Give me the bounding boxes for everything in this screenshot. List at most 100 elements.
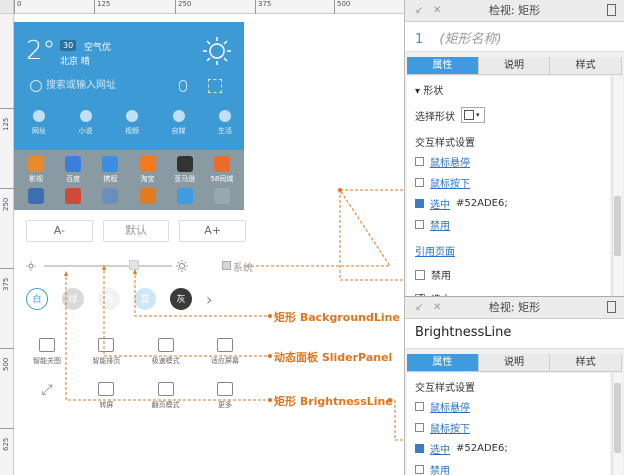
disabled-checkbox-row[interactable]: 禁用 xyxy=(407,261,610,285)
search-input[interactable]: 搜索或输入网址 xyxy=(26,74,176,98)
tool-icon xyxy=(216,382,233,396)
browser-home-screen[interactable]: 2° 30 空气优 北京 晴 搜索或输入网址 网址 小说 视频 自媒 生活 影视… xyxy=(14,22,244,210)
annotation-slider-panel: 动态面板 SliderPanel xyxy=(274,351,393,364)
inspector-tabs: 属性 说明 样式 xyxy=(407,354,623,372)
inspector-header: ↙ ✕ 检视: 矩形 xyxy=(405,297,624,319)
brightness-slider-thumb[interactable] xyxy=(128,260,139,270)
app-tile[interactable] xyxy=(61,188,85,206)
app-tile[interactable]: 携程 xyxy=(98,156,122,184)
theme-color-option[interactable]: 绿 xyxy=(62,288,84,310)
cursor-icon xyxy=(415,178,424,187)
selected-style-value: #52ADE6; xyxy=(456,443,508,454)
app-tile[interactable]: 58同城 xyxy=(210,156,234,184)
tab-properties[interactable]: 属性 xyxy=(407,57,479,74)
chevron-right-icon[interactable]: › xyxy=(206,290,212,309)
microphone-icon[interactable] xyxy=(179,80,187,92)
inspector-scrollbar[interactable] xyxy=(612,76,622,296)
tool-item[interactable]: ⤢ xyxy=(26,382,68,410)
app-tile[interactable]: 百度 xyxy=(61,156,85,184)
shortcut-item[interactable]: 网址 xyxy=(22,110,56,136)
theme-color-option[interactable]: 蓝 xyxy=(134,288,156,310)
shape-dropdown[interactable]: ▾ xyxy=(461,107,485,123)
app-icon xyxy=(28,156,44,172)
background-line[interactable] xyxy=(44,265,172,267)
shortcut-item[interactable]: 生活 xyxy=(208,110,242,136)
shortcut-icon xyxy=(79,110,92,122)
font-size-row: A- 默认 A+ xyxy=(26,220,247,242)
widget-number: 1 xyxy=(415,32,424,47)
shape-section-header[interactable]: ▾ 形状 xyxy=(407,76,610,99)
style-disabled[interactable]: 禁用 xyxy=(407,459,610,475)
theme-color-row: 白绿粉蓝灰 › xyxy=(26,288,246,310)
style-mouse-down[interactable]: 鼠标按下 xyxy=(407,172,610,193)
brightness-low-icon xyxy=(26,261,36,271)
font-decrease-button[interactable]: A- xyxy=(26,220,93,242)
shortcut-icon xyxy=(219,110,231,122)
app-tile[interactable] xyxy=(173,188,197,206)
scrollbar-thumb[interactable] xyxy=(614,196,621,256)
theme-color-option[interactable]: 灰 xyxy=(170,288,192,310)
shortcut-item[interactable]: 小说 xyxy=(69,110,103,136)
reference-page-link[interactable]: 引用页面 xyxy=(407,235,610,261)
theme-color-option[interactable]: 粉 xyxy=(98,288,120,310)
shortcut-item[interactable]: 自媒 xyxy=(162,110,196,136)
tool-item[interactable]: 智能关图 xyxy=(26,338,68,366)
style-disabled[interactable]: 禁用 xyxy=(407,214,610,235)
tool-item[interactable]: 智能排页 xyxy=(85,338,127,366)
inspector-tabs: 属性 说明 样式 xyxy=(407,57,623,75)
shortcut-icon xyxy=(172,110,185,122)
shortcut-item[interactable]: 视频 xyxy=(115,110,149,136)
app-tile[interactable] xyxy=(98,188,122,206)
style-mouse-down[interactable]: 鼠标按下 xyxy=(407,417,610,438)
ruler-tick: 375 xyxy=(0,268,14,291)
style-mouse-over[interactable]: 鼠标悬停 xyxy=(407,151,610,172)
scan-icon[interactable] xyxy=(208,79,222,93)
app-grid: 影视 百度 携程 淘宝 亚马逊 58同城 xyxy=(14,150,244,210)
inspector-header: ↙ ✕ 检视: 矩形 xyxy=(405,0,624,22)
tool-item[interactable]: 极速模式 xyxy=(145,338,187,366)
tool-item[interactable]: 转屏 xyxy=(85,382,127,410)
system-brightness-checkbox[interactable] xyxy=(222,261,231,270)
tool-item[interactable]: 更多 xyxy=(204,382,246,410)
app-tile[interactable]: 影视 xyxy=(24,156,48,184)
style-selected[interactable]: 选中 #52ADE6; xyxy=(407,438,610,459)
interaction-styles-header: 交互样式设置 xyxy=(415,383,475,394)
widget-name-field[interactable]: 1 (矩形名称) xyxy=(405,22,624,52)
tab-style[interactable]: 样式 xyxy=(550,354,623,371)
tool-item[interactable]: 适应屏幕 xyxy=(204,338,246,366)
tab-notes[interactable]: 说明 xyxy=(478,57,551,74)
font-default-button[interactable]: 默认 xyxy=(102,220,170,242)
tab-properties[interactable]: 属性 xyxy=(407,354,479,371)
style-mouse-over[interactable]: 鼠标悬停 xyxy=(407,396,610,417)
theme-color-option[interactable]: 白 xyxy=(26,288,48,310)
scrollbar-thumb[interactable] xyxy=(614,383,621,453)
widget-name-value: BrightnessLine xyxy=(415,325,512,340)
ruler-tick: 0 xyxy=(14,0,21,14)
app-icon xyxy=(102,156,119,172)
app-tile[interactable]: 淘宝 xyxy=(136,156,160,184)
tool-icon xyxy=(157,382,174,396)
font-increase-button[interactable]: A+ xyxy=(179,220,247,242)
app-tile[interactable] xyxy=(136,188,160,206)
app-tile[interactable] xyxy=(24,188,48,206)
interaction-styles-header: 交互样式设置 xyxy=(415,138,475,149)
style-selected[interactable]: 选中 #52ADE6; xyxy=(407,193,610,214)
document-icon[interactable] xyxy=(607,301,616,313)
cursor-icon xyxy=(415,423,424,432)
annotation-background-line: 矩形 BackgroundLine xyxy=(274,311,400,324)
app-tile[interactable]: 亚马逊 xyxy=(173,156,197,184)
ruler-vertical: 125 250 375 500 625 xyxy=(0,14,14,475)
tab-style[interactable]: 样式 xyxy=(550,57,623,74)
tool-icon xyxy=(98,338,115,352)
app-icon xyxy=(213,156,230,172)
inspector-scrollbar[interactable] xyxy=(612,373,622,475)
tool-item[interactable]: 翻页模式 xyxy=(145,382,187,410)
tool-grid: 智能关图 智能排页 极速模式 适应屏幕 ⤢ 转屏 翻页模式 更多 xyxy=(26,338,246,426)
document-icon[interactable] xyxy=(607,4,616,16)
select-shape-label: 选择形状 xyxy=(415,111,455,123)
widget-name-field[interactable]: BrightnessLine xyxy=(405,319,624,349)
selected-checkbox-row[interactable]: 选中 xyxy=(407,285,610,296)
disabled-checkbox[interactable] xyxy=(415,269,425,280)
app-tile[interactable] xyxy=(210,188,234,206)
tab-notes[interactable]: 说明 xyxy=(478,354,551,371)
